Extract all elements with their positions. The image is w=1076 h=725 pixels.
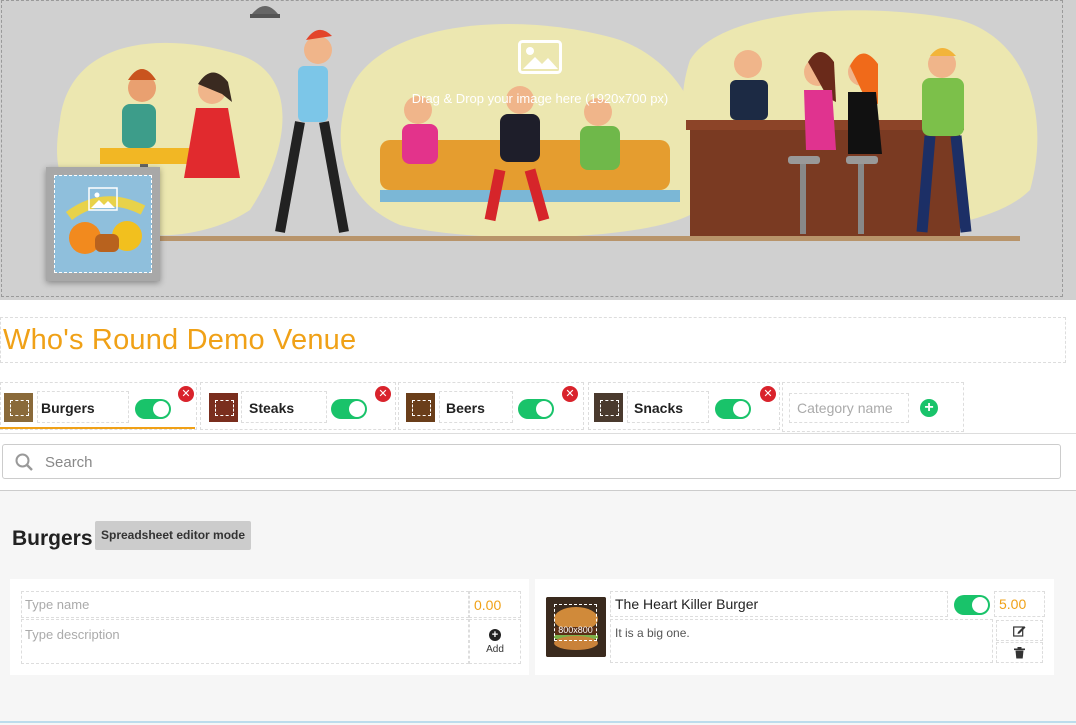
item-price-placeholder: 0.00 (474, 597, 502, 613)
search-input[interactable] (45, 449, 1045, 475)
venue-logo (54, 175, 152, 273)
item-name: The Heart Killer Burger (615, 596, 759, 612)
delete-item-button[interactable] (996, 642, 1043, 663)
add-item-button[interactable]: + Add (470, 620, 520, 663)
spreadsheet-mode-button[interactable]: Spreadsheet editor mode (95, 521, 252, 550)
category-thumbnail[interactable] (406, 393, 435, 422)
category-toggle[interactable] (135, 399, 171, 419)
category-name: Steaks (249, 400, 295, 416)
category-thumbnail[interactable] (4, 393, 33, 422)
new-item-form: Type name 0.00 Type description + Add (10, 579, 529, 675)
item-description-placeholder: Type description (25, 627, 120, 642)
category-toggle[interactable] (331, 399, 367, 419)
category-name: Beers (446, 400, 485, 416)
image-icon (518, 40, 562, 74)
edit-icon (1013, 626, 1026, 637)
search-icon (15, 453, 33, 471)
banner-dropzone[interactable]: Drag & Drop your image here (1920x700 px… (0, 0, 1076, 300)
category-tab-burgers[interactable]: Burgers ✕ (0, 382, 197, 430)
bottom-border (0, 721, 1076, 723)
remove-category-icon[interactable]: ✕ (375, 386, 391, 402)
item-name-placeholder: Type name (25, 597, 90, 612)
item-price: 5.00 (999, 596, 1027, 612)
category-toggle[interactable] (518, 399, 554, 419)
item-photo[interactable]: 800x800 (546, 597, 606, 657)
category-tab-snacks[interactable]: Snacks ✕ (588, 382, 780, 430)
item-description: It is a big one. (615, 626, 690, 640)
category-name-input[interactable]: Category name (789, 393, 909, 423)
banner-upload-hint: Drag & Drop your image here (1920x700 px… (0, 40, 1076, 106)
logo-image (55, 176, 151, 272)
add-category-icon[interactable]: + (920, 399, 938, 417)
new-category: Category name + (782, 382, 964, 432)
venue-logo-dropzone[interactable] (46, 167, 160, 281)
add-item-label: Add (486, 644, 504, 655)
section-title: Burgers (12, 527, 93, 550)
remove-category-icon[interactable]: ✕ (562, 386, 578, 402)
category-name: Snacks (634, 400, 684, 416)
category-tab-steaks[interactable]: Steaks ✕ (200, 382, 396, 430)
edit-item-button[interactable] (996, 620, 1043, 641)
photo-size-hint: 800x800 (558, 625, 593, 635)
trash-icon (1014, 647, 1025, 659)
photo-placeholder: 800x800 (554, 604, 597, 641)
category-toggle[interactable] (715, 399, 751, 419)
category-name: Burgers (41, 400, 95, 416)
search-box (2, 444, 1061, 479)
remove-category-icon[interactable]: ✕ (178, 386, 194, 402)
item-toggle[interactable] (954, 595, 990, 615)
venue-editor: Drag & Drop your image here (1920x700 px… (0, 0, 1076, 725)
venue-title-field[interactable]: Who's Round Demo Venue (0, 317, 1066, 363)
plus-icon: + (489, 629, 501, 641)
banner-hint-text: Drag & Drop your image here (1920x700 px… (411, 91, 669, 106)
venue-title[interactable]: Who's Round Demo Venue (3, 324, 356, 357)
category-thumbnail[interactable] (594, 393, 623, 422)
category-thumbnail[interactable] (209, 393, 238, 422)
menu-item: 800x800 The Heart Killer Burger 5.00 It … (535, 579, 1054, 675)
active-category-underline (0, 427, 195, 429)
remove-category-icon[interactable]: ✕ (760, 386, 776, 402)
category-tab-beers[interactable]: Beers ✕ (398, 382, 584, 430)
category-content: Burgers Spreadsheet editor mode Type nam… (0, 491, 1076, 725)
